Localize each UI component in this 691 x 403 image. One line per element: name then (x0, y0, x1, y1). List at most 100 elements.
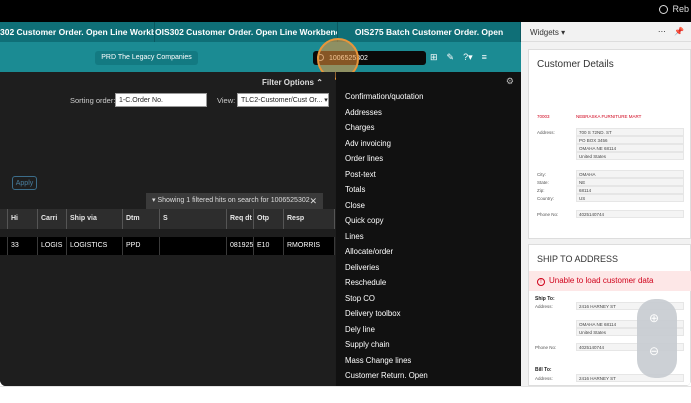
table-cell: LOGISTICS (67, 237, 123, 255)
top-bar: Reb (0, 0, 691, 22)
menu-item[interactable]: Confirmation/quotation (345, 89, 428, 105)
table-cell: 33 (8, 237, 38, 255)
error-banner: ! Unable to load customer data (529, 271, 691, 291)
zoom-controls: ⊕ ⊖ (637, 299, 677, 378)
address-label: Address: (535, 304, 553, 309)
address-label: Address: (537, 130, 555, 135)
list-panel: Filter Options ⌃ Sorting order: 1-C.Orde… (0, 72, 335, 386)
menu-item[interactable]: Stop CO (345, 291, 428, 307)
menu-icon[interactable]: ≡ (482, 52, 487, 63)
user-menu[interactable]: Reb (659, 4, 689, 14)
menu-item[interactable]: Mass Change lines (345, 353, 428, 369)
city-label: City: (537, 172, 546, 177)
filter-options-toggle[interactable]: Filter Options ⌃ (262, 78, 323, 87)
address-line: United States (576, 152, 684, 160)
menu-item[interactable]: Lines (345, 229, 428, 245)
column-header[interactable]: Ship via (67, 209, 123, 229)
user-icon (659, 4, 669, 14)
table-row[interactable]: 33 LOGIS LOGISTICS PPD 081925 E10 RMORRI… (0, 237, 335, 255)
column-header[interactable]: Hi (8, 209, 38, 229)
zoom-out-icon[interactable]: ⊖ (649, 344, 659, 358)
company-selector[interactable]: PRD The Legacy Companies (95, 51, 198, 65)
widgets-header: Widgets ▾ ⋯ 📌 (521, 22, 691, 42)
table-cell: RMORRIS (284, 237, 335, 255)
column-header[interactable]: Dtm (123, 209, 160, 229)
tab-bar: 302 Customer Order. Open Line Workbench … (0, 22, 521, 42)
widget-actions[interactable]: ⋯ 📌 (658, 27, 687, 36)
menu-item[interactable]: Totals (345, 182, 428, 198)
column-header[interactable]: Carri (38, 209, 67, 229)
menu-item[interactable]: Delivery toolbox (345, 306, 428, 322)
bottom-bar (0, 386, 691, 403)
card-title: Customer Details (537, 59, 614, 70)
table-cell: 081925 (227, 237, 254, 255)
tab-workbench-1[interactable]: 302 Customer Order. Open Line Workbench (0, 22, 155, 42)
customer-number: 70003 (537, 114, 550, 119)
country-label: Country: (537, 196, 555, 201)
error-icon: ! (537, 278, 545, 286)
address-line: 700 S 72ND. ST (576, 128, 684, 136)
card-title: SHIP TO ADDRESS (537, 254, 619, 264)
menu-item[interactable]: Charges (345, 120, 428, 136)
hits-text: ▾ Showing 1 filtered hits on search for … (152, 197, 310, 204)
table-cell (160, 237, 227, 255)
menu-item[interactable]: Order lines (345, 151, 428, 167)
sorting-select[interactable]: 1-C.Order No. (115, 93, 207, 107)
menu-item[interactable]: Addresses (345, 105, 428, 121)
column-header[interactable]: Req dt (227, 209, 254, 229)
menu-item[interactable]: Supply chain (345, 337, 428, 353)
filter-icon[interactable]: ⊞ (430, 52, 438, 63)
zip-label: Zip: (537, 188, 545, 193)
address-line: OMAHA NE 68114 (576, 144, 684, 152)
column-header-select[interactable] (0, 209, 8, 229)
phone-label: Phone No: (535, 345, 557, 350)
zip-value: 68114 (576, 186, 684, 194)
menu-item[interactable]: Adv invoicing (345, 136, 428, 152)
phone-value: 4025140744 (576, 210, 684, 218)
table-cell: PPD (123, 237, 160, 255)
table-cell: LOGIS (38, 237, 67, 255)
menu-item[interactable]: Deliveries (345, 260, 428, 276)
apply-button[interactable]: Apply (12, 176, 37, 190)
table-cell: E10 (254, 237, 284, 255)
state-value: NE (576, 178, 684, 186)
sorting-label: Sorting order: (70, 96, 116, 105)
toolbar: PRD The Legacy Companies ⊞ ✎ ?▾ ≡ (0, 42, 521, 72)
grid-header: Hi Carri Ship via Dtm S Req dt Otp Resp (0, 209, 335, 229)
hits-message: ▾ Showing 1 filtered hits on search for … (146, 193, 323, 209)
gear-icon[interactable]: ⚙ (506, 76, 514, 87)
view-label: View: (217, 96, 236, 105)
column-header[interactable]: S (160, 209, 227, 229)
column-header[interactable]: Otp (254, 209, 284, 229)
customer-details-card: Customer Details 70003 NEBRASKA FURNITUR… (528, 49, 691, 239)
state-label: State: (537, 180, 549, 185)
menu-item[interactable]: Reschedule (345, 275, 428, 291)
close-icon[interactable]: ✕ (309, 193, 317, 209)
menu-item[interactable]: Close (345, 198, 428, 214)
help-icon[interactable]: ?▾ (463, 52, 473, 63)
address-label: Address: (535, 376, 553, 381)
user-name: Reb (672, 4, 689, 14)
bill-to-label: Bill To: (535, 367, 552, 373)
menu-item[interactable]: Allocate/order (345, 244, 428, 260)
country-value: US (576, 194, 684, 202)
zoom-in-icon[interactable]: ⊕ (649, 311, 659, 325)
menu-item[interactable]: Customer Return. Open (345, 368, 428, 384)
phone-label: Phone No: (537, 212, 559, 217)
toolbar-icons: ⊞ ✎ ?▾ ≡ (430, 52, 487, 63)
column-header[interactable]: Resp (284, 209, 335, 229)
menu-item[interactable]: Quick copy (345, 213, 428, 229)
tab-workbench-2[interactable]: OIS302 Customer Order. Open Line Workben… (155, 22, 338, 42)
city-value: OMAHA (576, 170, 684, 178)
table-cell (0, 237, 8, 255)
widgets-dropdown[interactable]: Widgets ▾ (530, 28, 565, 37)
ship-to-label: Ship To: (535, 296, 555, 302)
customer-name: NEBRASKA FURNITURE MART (576, 114, 642, 119)
menu-item[interactable]: Post-text (345, 167, 428, 183)
menu-item[interactable]: Dely line (345, 322, 428, 338)
app-window: Reb 302 Customer Order. Open Line Workbe… (0, 0, 691, 386)
edit-icon[interactable]: ✎ (447, 52, 455, 63)
view-select[interactable]: TLC2-Customer/Cust Or... ▾ (237, 93, 329, 107)
context-menu: ⚙ Confirmation/quotation Addresses Charg… (336, 72, 521, 386)
tab-batch-order[interactable]: OIS275 Batch Customer Order. Open (338, 22, 521, 42)
